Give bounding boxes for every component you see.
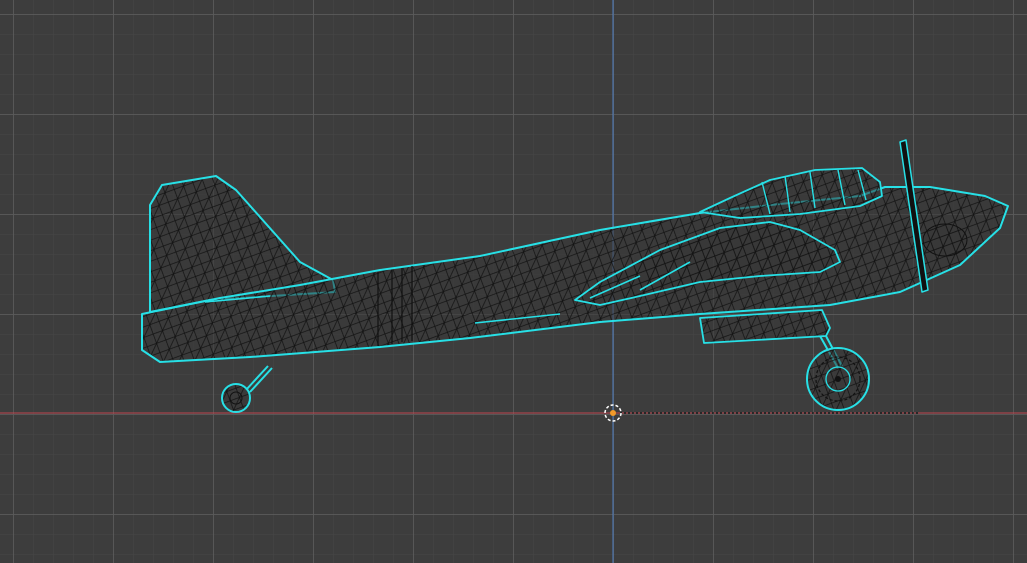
tail-wheel[interactable] [221, 383, 251, 413]
tail-gear-strut [245, 365, 273, 393]
propeller-spinner[interactable] [922, 223, 968, 257]
main-wheel[interactable] [806, 347, 870, 411]
scene-canvas[interactable] [0, 0, 1027, 563]
airplane-model[interactable] [141, 139, 1009, 413]
3d-viewport[interactable] [0, 0, 1027, 563]
gear-bay[interactable] [699, 309, 831, 344]
